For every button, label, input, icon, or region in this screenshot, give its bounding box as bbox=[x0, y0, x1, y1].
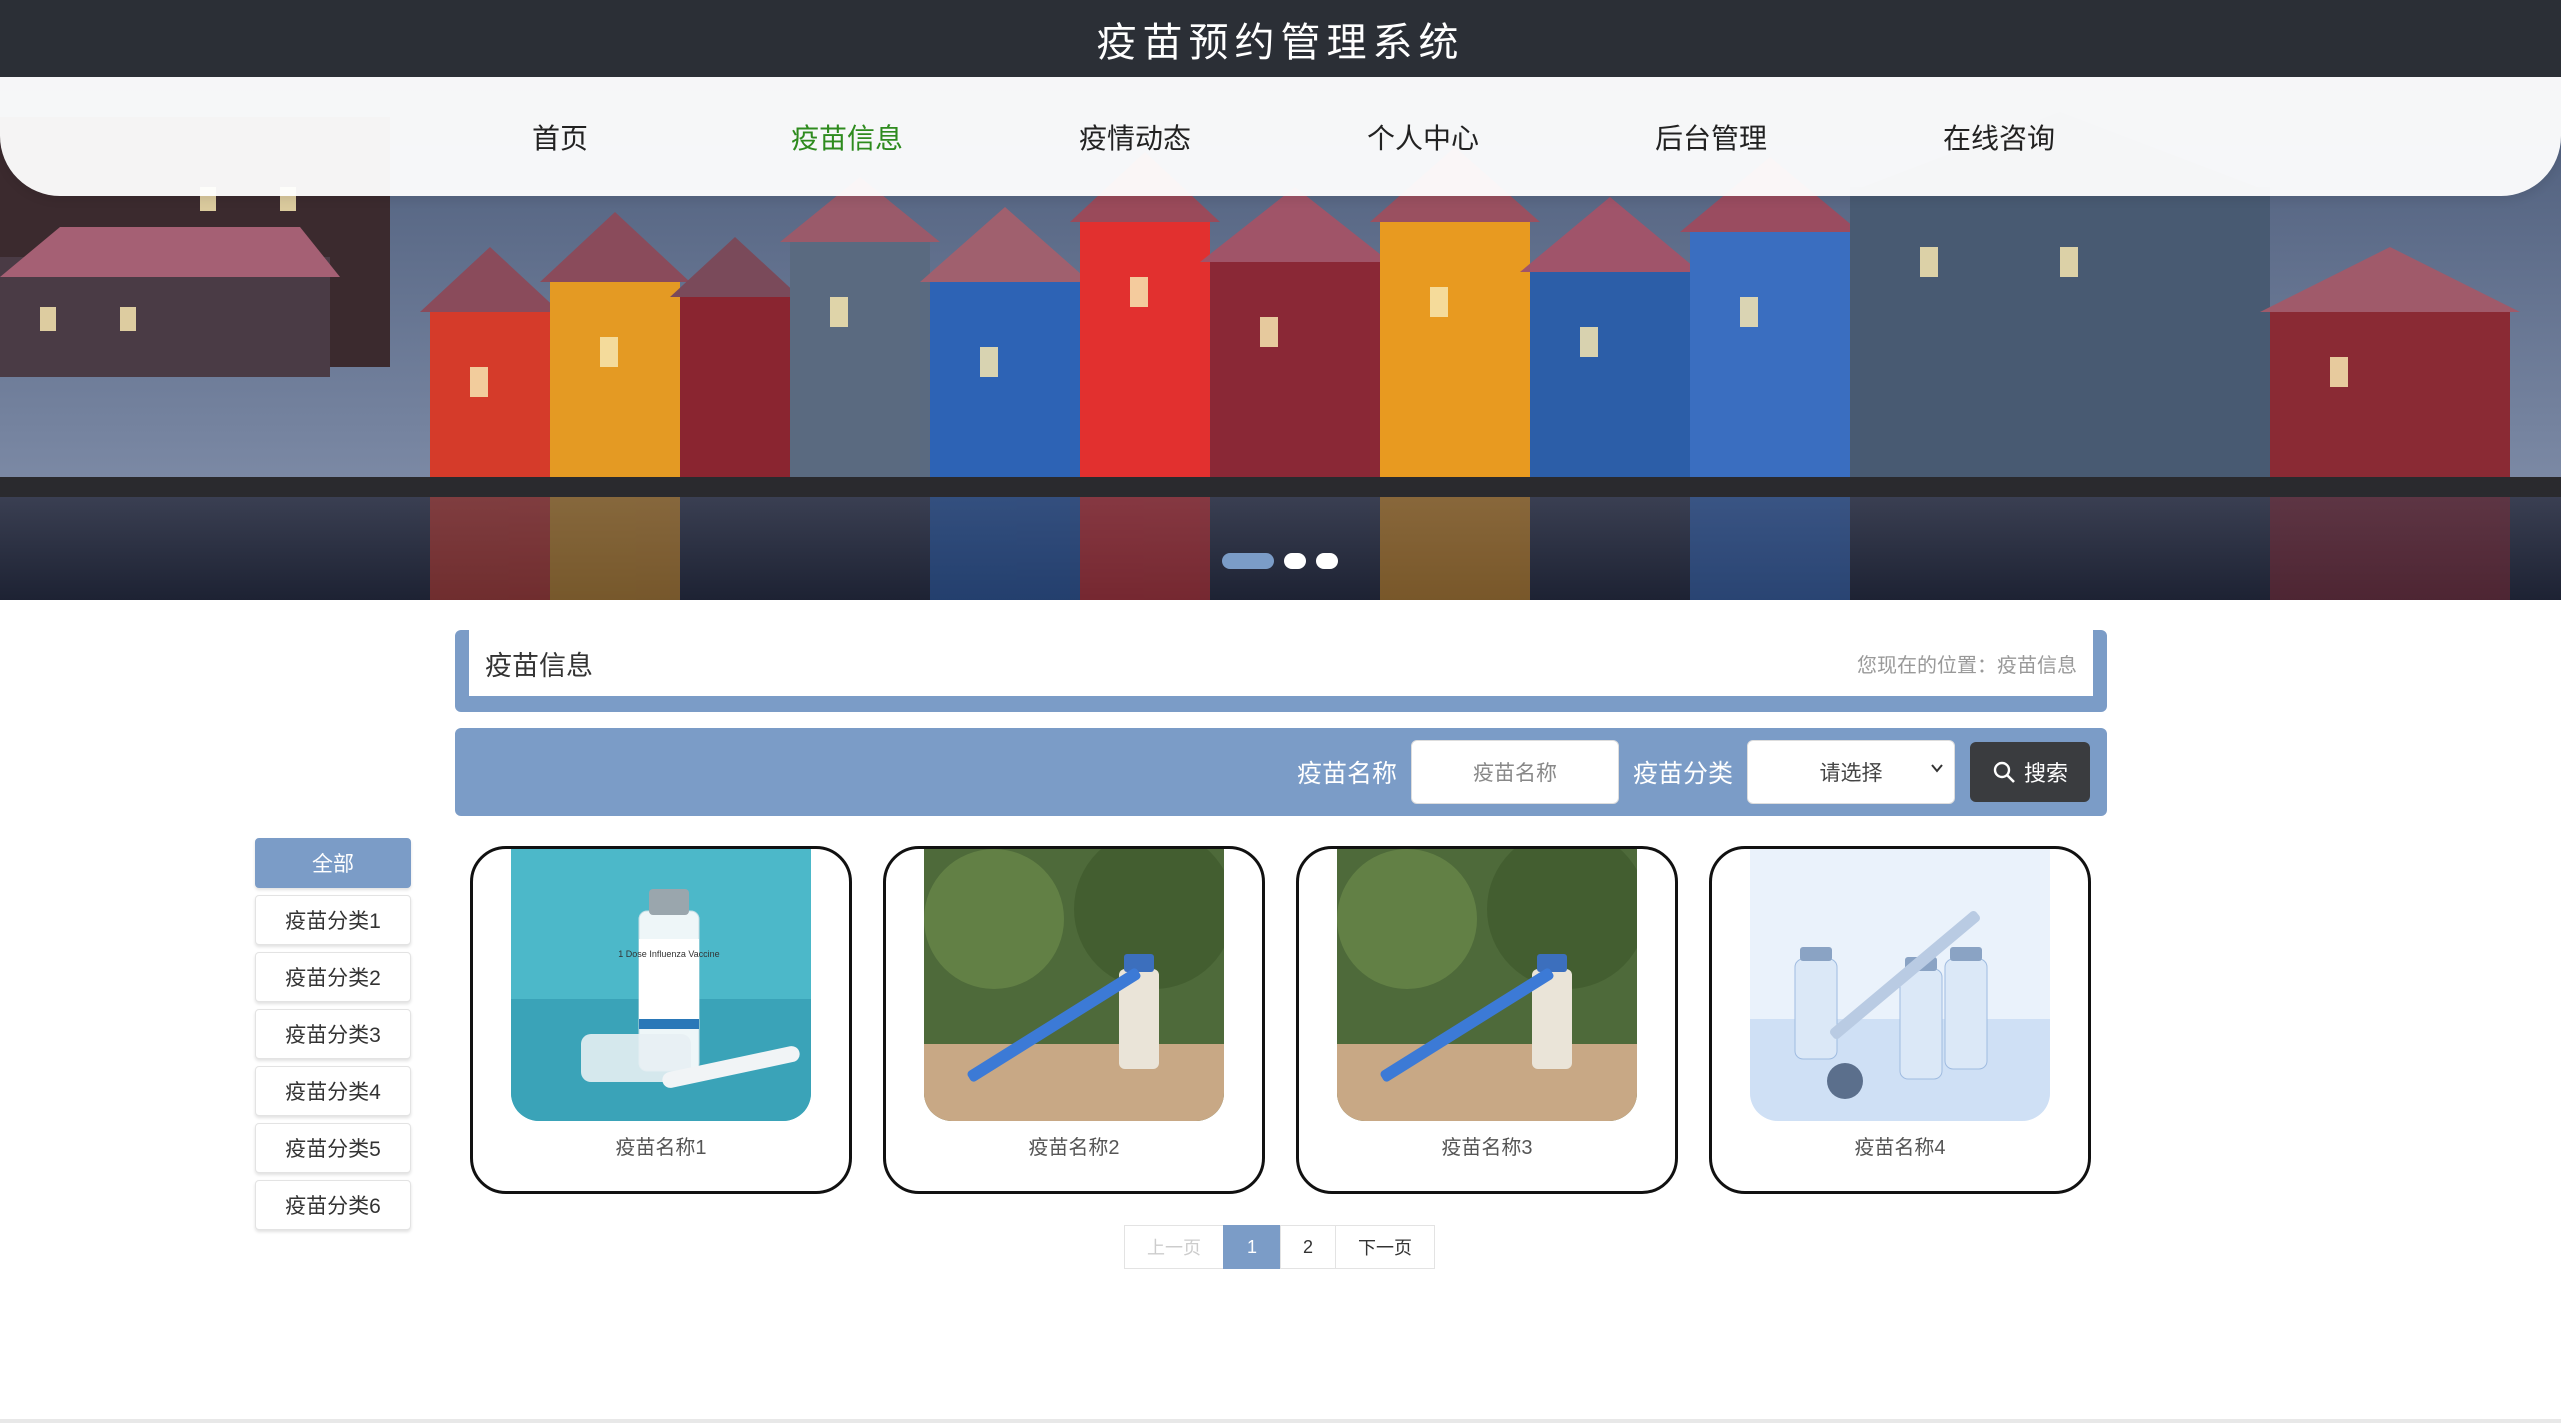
breadcrumb: 您现在的位置：疫苗信息 bbox=[1857, 654, 2077, 677]
nav-item-vaccine-info[interactable]: 疫苗信息 bbox=[737, 77, 957, 196]
search-icon bbox=[1993, 761, 2015, 783]
category-item[interactable]: 疫苗分类6 bbox=[255, 1180, 411, 1230]
vaccine-name-placeholder: 疫苗名称 bbox=[1473, 762, 1557, 785]
vaccine-card[interactable]: 疫苗名称4 bbox=[1709, 846, 2091, 1194]
pagination-prev[interactable]: 上一页 bbox=[1124, 1225, 1224, 1269]
vaccine-name: 疫苗名称2 bbox=[1028, 1137, 1120, 1159]
vaccine-category-label: 疫苗分类 bbox=[1633, 760, 1734, 788]
app-title: 疫苗预约管理系统 bbox=[1096, 19, 1465, 66]
syringe-vial-image bbox=[924, 849, 1224, 1121]
carousel-dot-2[interactable] bbox=[1284, 553, 1306, 569]
pagination: 上一页 1 2 下一页 bbox=[1124, 1225, 1435, 1269]
vaccine-vial-image: 1 Dose Influenza Vaccine bbox=[511, 849, 811, 1121]
nav-item-admin[interactable]: 后台管理 bbox=[1601, 77, 1821, 196]
vials-syringe-image bbox=[1750, 849, 2050, 1121]
carousel-dot-3[interactable] bbox=[1316, 553, 1338, 569]
pagination-page-1[interactable]: 1 bbox=[1223, 1225, 1281, 1269]
search-button-label: 搜索 bbox=[2023, 761, 2068, 786]
category-item[interactable]: 疫苗分类2 bbox=[255, 952, 411, 1002]
syringe-vial-image bbox=[1337, 849, 1637, 1121]
carousel-dot-1[interactable] bbox=[1222, 553, 1274, 569]
main-nav: 首页 疫苗信息 疫情动态 个人中心 后台管理 在线咨询 bbox=[0, 77, 2561, 196]
vaccine-name: 疫苗名称4 bbox=[1854, 1137, 1946, 1159]
search-button[interactable]: 搜索 bbox=[1970, 742, 2090, 802]
vaccine-card[interactable]: 1 Dose Influenza Vaccine 疫苗名称1 bbox=[470, 846, 852, 1194]
nav-item-home[interactable]: 首页 bbox=[450, 77, 670, 196]
vaccine-category-selected: 请选择 bbox=[1819, 762, 1883, 785]
page-bottom-border bbox=[0, 1419, 2561, 1423]
vaccine-name: 疫苗名称3 bbox=[1441, 1137, 1533, 1159]
nav-item-online-consult[interactable]: 在线咨询 bbox=[1889, 77, 2109, 196]
category-item[interactable]: 疫苗分类5 bbox=[255, 1123, 411, 1173]
category-item[interactable]: 疫苗分类4 bbox=[255, 1066, 411, 1116]
carousel-indicators bbox=[1222, 553, 1338, 569]
vaccine-name: 疫苗名称1 bbox=[615, 1137, 707, 1159]
vaccine-name-input[interactable]: 疫苗名称 bbox=[1411, 740, 1619, 804]
section-header: 疫苗信息 您现在的位置：疫苗信息 bbox=[455, 630, 2107, 712]
vaccine-name-label: 疫苗名称 bbox=[1297, 760, 1398, 788]
vial-label-dose: 1 Dose Influenza Vaccine bbox=[618, 949, 719, 959]
pagination-page-2[interactable]: 2 bbox=[1280, 1225, 1336, 1269]
search-bar: 疫苗名称 疫苗名称 疫苗分类 请选择 搜索 bbox=[455, 728, 2107, 816]
nav-item-personal-center[interactable]: 个人中心 bbox=[1313, 77, 1533, 196]
app-title-bar: 疫苗预约管理系统 bbox=[0, 0, 2561, 77]
chevron-down-icon bbox=[1931, 764, 1943, 773]
pagination-next[interactable]: 下一页 bbox=[1335, 1225, 1435, 1269]
section-title: 疫苗信息 bbox=[485, 650, 593, 681]
category-item[interactable]: 疫苗分类3 bbox=[255, 1009, 411, 1059]
category-item[interactable]: 疫苗分类1 bbox=[255, 895, 411, 945]
category-all[interactable]: 全部 bbox=[255, 838, 411, 888]
nav-item-epidemic-news[interactable]: 疫情动态 bbox=[1025, 77, 1245, 196]
vaccine-card[interactable]: 疫苗名称2 bbox=[883, 846, 1265, 1194]
vaccine-category-select[interactable]: 请选择 bbox=[1747, 740, 1955, 804]
vaccine-card[interactable]: 疫苗名称3 bbox=[1296, 846, 1678, 1194]
